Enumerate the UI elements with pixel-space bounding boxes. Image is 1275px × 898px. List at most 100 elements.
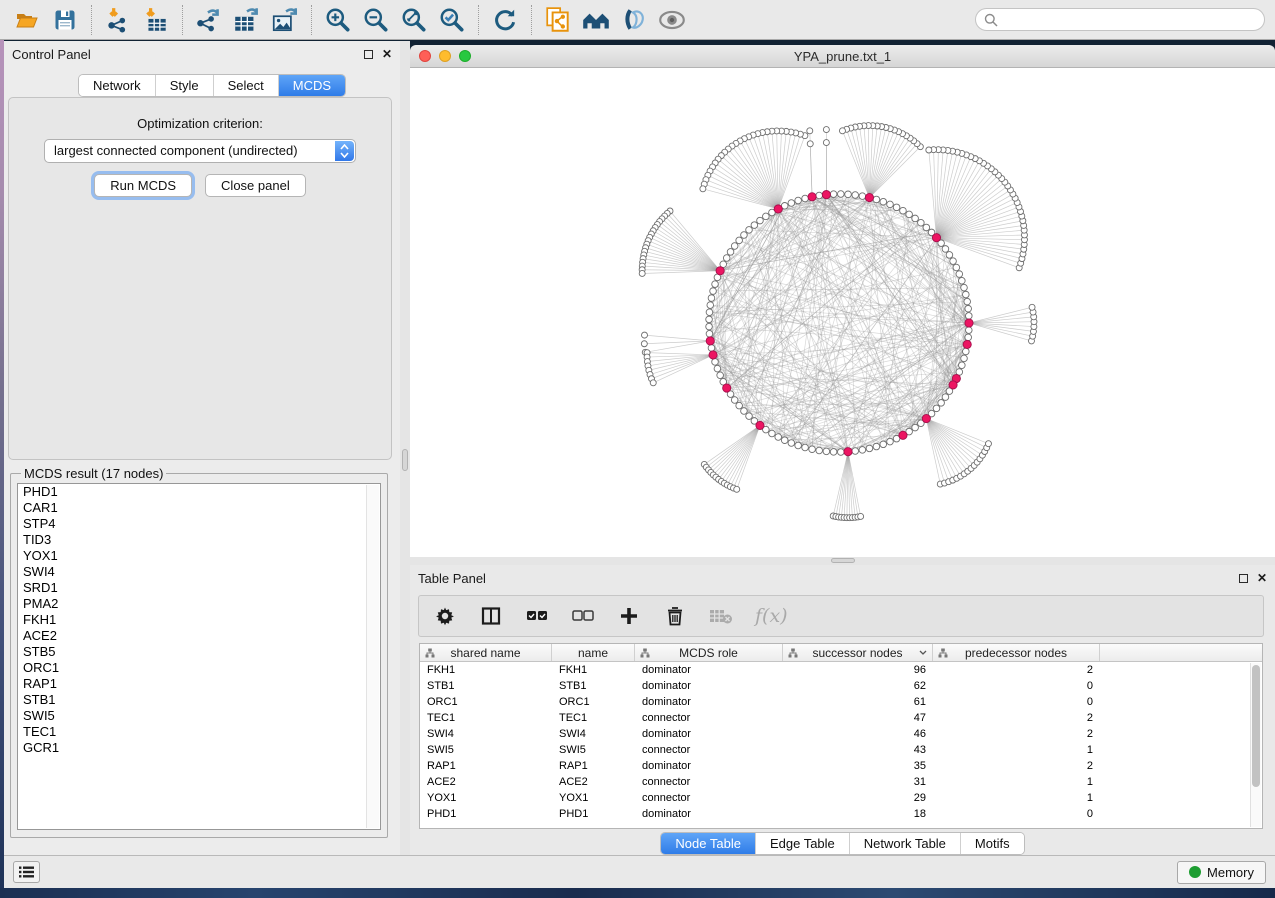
network-node[interactable] xyxy=(938,400,945,407)
network-canvas[interactable] xyxy=(410,68,1275,557)
list-item[interactable]: PMA2 xyxy=(18,596,380,612)
network-node[interactable] xyxy=(712,359,719,366)
table-cell[interactable]: 29 xyxy=(783,790,933,806)
column-header[interactable]: successor nodes xyxy=(783,644,933,661)
network-node[interactable] xyxy=(830,449,837,456)
table-cell[interactable]: 0 xyxy=(933,806,1100,822)
select-all-columns-icon[interactable] xyxy=(525,604,549,628)
network-node[interactable] xyxy=(838,191,845,198)
network-hub-node[interactable] xyxy=(716,267,724,275)
network-node[interactable] xyxy=(641,341,647,347)
table-cell[interactable]: ACE2 xyxy=(420,774,552,790)
network-node[interactable] xyxy=(866,445,873,452)
network-node[interactable] xyxy=(918,219,925,226)
network-node[interactable] xyxy=(946,252,953,259)
table-cell[interactable]: STB1 xyxy=(552,678,635,694)
run-mcds-button[interactable]: Run MCDS xyxy=(94,174,192,197)
network-hub-node[interactable] xyxy=(965,319,973,327)
table-cell[interactable]: 18 xyxy=(783,806,933,822)
search-box[interactable] xyxy=(975,8,1265,31)
network-node[interactable] xyxy=(757,217,764,224)
network-node[interactable] xyxy=(723,255,730,262)
delete-column-icon[interactable] xyxy=(663,604,687,628)
network-hub-node[interactable] xyxy=(865,193,873,201)
first-neighbors-button[interactable] xyxy=(577,3,615,37)
zoom-selected-button[interactable] xyxy=(433,3,471,37)
network-hub-node[interactable] xyxy=(706,337,714,345)
table-cell[interactable]: YOX1 xyxy=(420,790,552,806)
table-cell[interactable]: dominator xyxy=(635,694,783,710)
network-node[interactable] xyxy=(830,191,837,198)
network-node[interactable] xyxy=(900,207,907,214)
network-node[interactable] xyxy=(639,270,645,276)
network-hub-node[interactable] xyxy=(774,205,782,213)
mcds-list-scrollbar[interactable] xyxy=(366,485,379,828)
unselect-all-columns-icon[interactable] xyxy=(571,604,595,628)
table-cell[interactable]: FKH1 xyxy=(420,662,552,678)
network-node[interactable] xyxy=(746,413,753,420)
network-node[interactable] xyxy=(751,222,758,229)
tab-mcds[interactable]: MCDS xyxy=(278,75,345,96)
network-node[interactable] xyxy=(962,291,969,298)
add-column-icon[interactable] xyxy=(617,604,641,628)
list-item[interactable]: PHD1 xyxy=(18,484,380,500)
network-node[interactable] xyxy=(953,264,960,271)
column-header[interactable]: shared name xyxy=(420,644,552,661)
network-node[interactable] xyxy=(965,313,972,320)
list-item[interactable]: SWI4 xyxy=(18,564,380,580)
network-node[interactable] xyxy=(965,305,972,312)
network-node[interactable] xyxy=(816,192,823,199)
zoom-fit-button[interactable] xyxy=(395,3,433,37)
mcds-result-list[interactable]: PHD1CAR1STP4TID3YOX1SWI4SRD1PMA2FKH1ACE2… xyxy=(17,483,381,830)
list-item[interactable]: FKH1 xyxy=(18,612,380,628)
table-cell[interactable]: ACE2 xyxy=(552,774,635,790)
column-header[interactable]: MCDS role xyxy=(635,644,783,661)
network-node[interactable] xyxy=(880,441,887,448)
list-item[interactable]: TID3 xyxy=(18,532,380,548)
network-node[interactable] xyxy=(727,249,734,256)
table-cell[interactable]: 1 xyxy=(933,790,1100,806)
network-node[interactable] xyxy=(845,191,852,198)
network-node[interactable] xyxy=(736,237,743,244)
list-item[interactable]: ACE2 xyxy=(18,628,380,644)
table-cell[interactable]: 2 xyxy=(933,758,1100,774)
network-node[interactable] xyxy=(852,192,859,199)
network-node[interactable] xyxy=(923,224,930,231)
network-node[interactable] xyxy=(964,298,971,305)
table-cell[interactable]: dominator xyxy=(635,758,783,774)
network-node[interactable] xyxy=(707,302,714,309)
network-node[interactable] xyxy=(795,442,802,449)
zoom-in-button[interactable] xyxy=(319,3,357,37)
table-row[interactable]: SWI4SWI4dominator462 xyxy=(420,726,1262,742)
table-cell[interactable]: connector xyxy=(635,774,783,790)
table-cell[interactable]: 0 xyxy=(933,678,1100,694)
list-item[interactable]: GCR1 xyxy=(18,740,380,756)
network-node[interactable] xyxy=(823,448,830,455)
table-row[interactable]: TEC1TEC1connector472 xyxy=(420,710,1262,726)
list-item[interactable]: ORC1 xyxy=(18,660,380,676)
tab-motifs[interactable]: Motifs xyxy=(960,833,1024,854)
network-node[interactable] xyxy=(880,198,887,205)
vertical-splitter[interactable] xyxy=(400,41,410,855)
network-hub-node[interactable] xyxy=(822,191,830,199)
table-cell[interactable]: 0 xyxy=(933,694,1100,710)
table-cell[interactable]: dominator xyxy=(635,806,783,822)
list-item[interactable]: SWI5 xyxy=(18,708,380,724)
network-node[interactable] xyxy=(708,295,715,302)
network-hub-node[interactable] xyxy=(922,414,930,422)
network-node[interactable] xyxy=(912,424,919,431)
table-cell[interactable]: 1 xyxy=(933,742,1100,758)
network-node[interactable] xyxy=(775,434,782,441)
horizontal-splitter[interactable] xyxy=(410,557,1275,565)
network-node[interactable] xyxy=(717,372,724,379)
network-node[interactable] xyxy=(823,140,829,146)
network-node[interactable] xyxy=(807,128,813,134)
table-cell[interactable]: RAP1 xyxy=(420,758,552,774)
splitter-grip[interactable] xyxy=(402,449,408,471)
network-node[interactable] xyxy=(788,200,795,207)
network-from-document-button[interactable] xyxy=(539,3,577,37)
network-node[interactable] xyxy=(950,258,957,265)
network-node[interactable] xyxy=(942,394,949,401)
table-cell[interactable]: 62 xyxy=(783,678,933,694)
network-node[interactable] xyxy=(700,186,706,192)
